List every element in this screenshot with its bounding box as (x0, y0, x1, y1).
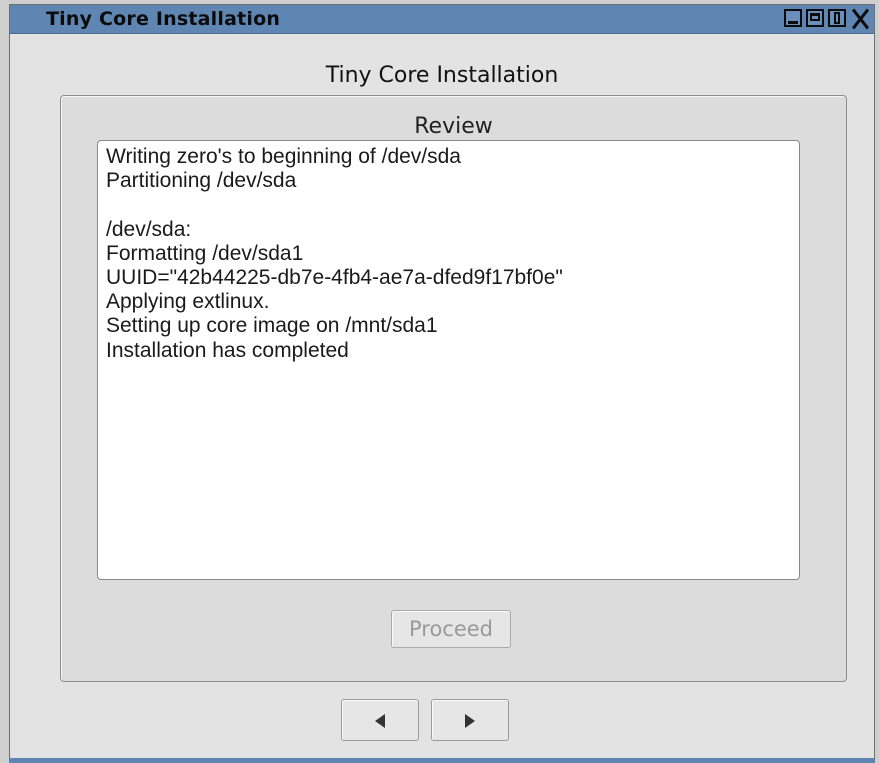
proceed-button[interactable]: Proceed (391, 610, 511, 648)
close-icon[interactable] (850, 9, 870, 27)
log-line: Applying extlinux. (106, 290, 270, 314)
maximize-icon[interactable] (806, 9, 824, 27)
log-line: Partitioning /dev/sda (106, 169, 297, 193)
minimize-icon[interactable] (784, 9, 802, 27)
window-bottom-frame (9, 758, 875, 763)
installer-window: Tiny Core Installation Tiny Core Install… (9, 4, 875, 761)
log-line: Setting up core image on /mnt/sda1 (106, 314, 438, 338)
next-button[interactable] (431, 699, 509, 741)
left-triangle-icon (375, 714, 385, 728)
title-bar[interactable]: Tiny Core Installation (10, 5, 874, 34)
review-log[interactable]: Writing zero's to beginning of /dev/sda … (97, 140, 800, 580)
window-title: Tiny Core Installation (46, 8, 281, 30)
log-line: Writing zero's to beginning of /dev/sda (106, 145, 461, 168)
review-title: Review (414, 114, 493, 139)
log-line: /dev/sda: (106, 217, 192, 241)
log-line: Installation has completed (106, 338, 349, 362)
app-heading: Tiny Core Installation (325, 63, 559, 88)
shade-icon[interactable] (828, 9, 846, 27)
review-group: Review Writing zero's to beginning of /d… (60, 95, 847, 682)
log-line: Formatting /dev/sda1 (106, 241, 304, 265)
log-line: UUID="42b44225-db7e-4fb4-ae7a-dfed9f17bf… (106, 266, 563, 290)
right-triangle-icon (465, 714, 475, 728)
back-button[interactable] (341, 699, 419, 741)
